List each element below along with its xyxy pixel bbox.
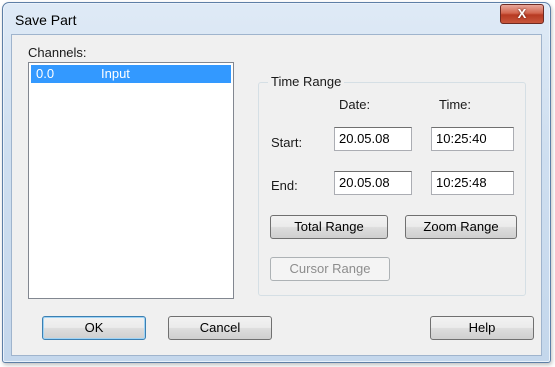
zoom-range-button[interactable]: Zoom Range — [405, 215, 517, 239]
close-button[interactable]: X — [500, 4, 544, 24]
start-label: Start: — [271, 135, 303, 150]
channels-label: Channels: — [28, 45, 87, 60]
cursor-range-button[interactable]: Cursor Range — [270, 257, 390, 281]
list-item[interactable]: 0.0 Input — [31, 65, 231, 83]
ok-button[interactable]: OK — [42, 316, 146, 340]
cancel-button[interactable]: Cancel — [168, 316, 272, 340]
channel-id: 0.0 — [36, 66, 55, 81]
time-header: Time: — [439, 97, 472, 112]
date-header: Date: — [339, 97, 371, 112]
end-date-field[interactable]: 20.05.08 — [334, 171, 412, 195]
dialog-title: Save Part — [15, 12, 77, 28]
channel-name: Input — [101, 66, 130, 81]
start-date-field[interactable]: 20.05.08 — [334, 127, 412, 151]
end-time-field[interactable]: 10:25:48 — [431, 171, 514, 195]
total-range-button[interactable]: Total Range — [270, 215, 388, 239]
channels-listbox[interactable]: 0.0 Input — [28, 62, 234, 299]
start-time-field[interactable]: 10:25:40 — [431, 127, 514, 151]
close-icon: X — [517, 6, 527, 21]
time-range-label: Time Range — [268, 74, 345, 89]
end-label: End: — [271, 178, 298, 193]
help-button[interactable]: Help — [430, 316, 534, 340]
title-bar[interactable]: Save Part X — [3, 3, 550, 33]
